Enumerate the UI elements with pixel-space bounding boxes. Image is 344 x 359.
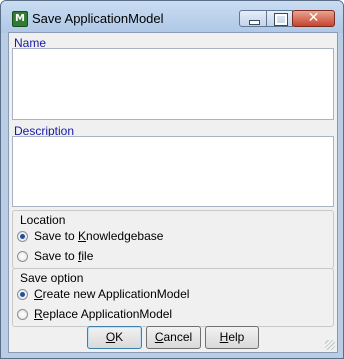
create-new-label: Create new ApplicationModel <box>34 287 190 301</box>
close-button[interactable]: ✕ <box>292 10 335 27</box>
radio-checked-icon[interactable] <box>17 288 28 300</box>
save-option-group: Save option Create new ApplicationModel … <box>12 268 334 327</box>
help-button[interactable]: Help <box>205 326 259 349</box>
cancel-button[interactable]: Cancel <box>146 326 201 349</box>
replace-label: Replace ApplicationModel <box>34 307 173 321</box>
close-icon: ✕ <box>307 10 320 26</box>
maximize-icon <box>274 13 288 26</box>
radio-unchecked-icon[interactable] <box>17 250 28 262</box>
minimize-button[interactable] <box>239 10 267 27</box>
description-field[interactable] <box>12 136 334 207</box>
save-option-group-title: Save option <box>20 271 84 285</box>
create-new-option[interactable]: Create new ApplicationModel <box>17 287 189 301</box>
app-icon: M <box>12 11 28 27</box>
location-group: Location Save to Knowledgebase Save to f… <box>12 210 334 269</box>
replace-option[interactable]: Replace ApplicationModel <box>17 307 172 321</box>
resize-grip-icon[interactable] <box>325 340 335 350</box>
save-to-file-label: Save to file <box>34 249 94 263</box>
maximize-button[interactable] <box>266 10 293 27</box>
save-to-file-option[interactable]: Save to file <box>17 249 93 263</box>
radio-checked-icon[interactable] <box>17 230 28 242</box>
name-field[interactable] <box>12 48 334 120</box>
window-title: Save ApplicationModel <box>32 11 164 26</box>
title-bar[interactable]: M Save ApplicationModel ✕ <box>1 1 343 33</box>
save-to-knowledgebase-label: Save to Knowledgebase <box>34 229 164 243</box>
radio-unchecked-icon[interactable] <box>17 308 28 320</box>
dialog-body: Name Description Location Save to Knowle… <box>8 32 338 353</box>
ok-button[interactable]: OK <box>87 326 142 349</box>
save-to-knowledgebase-option[interactable]: Save to Knowledgebase <box>17 229 163 243</box>
location-group-title: Location <box>20 213 66 227</box>
save-dialog-window: M Save ApplicationModel ✕ Name Descripti… <box>0 0 344 359</box>
minimize-icon <box>249 20 260 25</box>
